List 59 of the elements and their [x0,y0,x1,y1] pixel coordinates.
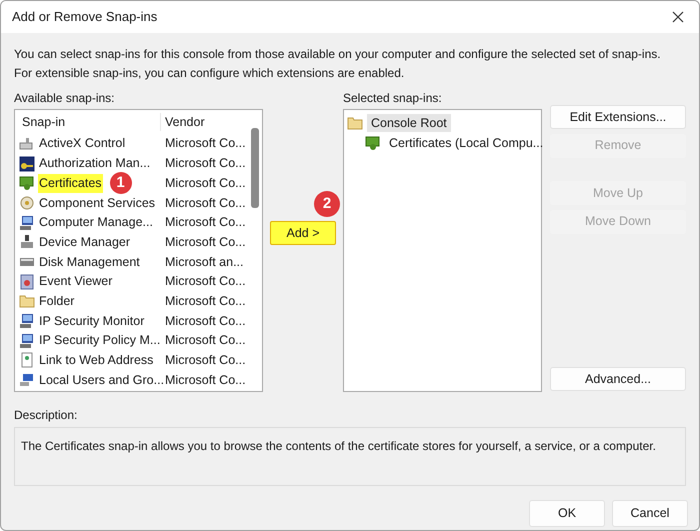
intro-text: For extensible snap-ins, you can configure which extensions are enabled. [14,65,406,82]
snap-in-name[interactable]: Local Users and Gro... [38,370,166,390]
vendor-text: Microsoft Co... [164,214,246,232]
dialog-button[interactable]: Cancel [612,500,688,527]
vendor-text: Microsoft Co... [164,372,246,389]
vendor-text: Microsoft Co... [164,312,246,330]
plug-icon [19,136,35,152]
vendor-text: Microsoft Co... [164,174,246,192]
key-icon [19,156,35,172]
snap-in-name[interactable]: Disk Management [38,252,141,272]
snap-in-name[interactable]: Device Manager [38,232,132,252]
users-icon [19,372,35,388]
window-title: Add or Remove Snap-ins [12,8,158,26]
tree-item[interactable]: Console Root [367,114,451,132]
vendor-text: Microsoft Co... [164,234,246,251]
snap-in-name[interactable]: Component Services [38,194,156,212]
computer-icon [19,214,35,231]
vendor-text: Microsoft Co... [164,332,246,350]
snap-in-name[interactable]: Certificates [38,174,103,193]
vendor-text: Microsoft Co... [164,273,246,290]
close-icon[interactable] [672,11,684,23]
side-button[interactable]: Edit Extensions... [550,105,686,130]
add-button[interactable]: Add > [270,221,336,245]
computer-icon [19,332,35,349]
snap-in-name[interactable]: ActiveX Control [38,134,126,154]
scrollbar-thumb[interactable] [251,128,259,208]
list-label: Available snap-ins: [14,90,116,107]
description-label: Description: [14,407,78,424]
page-icon [19,352,35,368]
advanced-button[interactable]: Advanced... [550,367,686,391]
snap-in-name[interactable]: Event Viewer [38,272,114,292]
vendor-text: Microsoft Co... [164,292,246,310]
folder-icon [19,293,35,310]
snap-in-name[interactable]: Folder [38,292,76,311]
vendor-text: Microsoft an... [164,254,244,271]
snap-in-name[interactable]: IP Security Monitor [38,312,146,330]
vendor-text: Microsoft Co... [164,194,246,212]
step-badge: 2 [314,191,340,217]
description-text: The Certificates snap-in allows you to browse the contents of the certificate stores for yourself, a service, or a computer. [21,439,656,453]
snap-in-name[interactable]: Link to Web Address [38,351,154,370]
snap-in-name[interactable]: Authorization Man... [38,154,152,173]
dialog-button[interactable]: OK [529,500,605,527]
list-label: Selected snap-ins: [343,90,443,107]
vendor-text: Microsoft Co... [164,155,246,172]
intro-text: You can select snap-ins for this console from those available on your computer and configure the selected set of snap-ins. [14,46,662,63]
computer-icon [19,313,35,330]
snap-in-name[interactable]: Computer Manage... [38,213,154,232]
certificate-icon [19,175,35,192]
column-header[interactable]: Vendor [161,112,205,132]
column-header[interactable]: Snap-in [19,112,161,132]
tree-item[interactable]: Certificates (Local Compu... [385,134,548,152]
step-badge: 1 [110,172,132,194]
log-icon [19,274,35,290]
device-icon [19,234,35,250]
snap-in-name[interactable]: IP Security Policy M... [38,331,162,350]
vendor-text: Microsoft Co... [164,135,246,152]
vendor-text: Microsoft Co... [164,352,246,370]
certificate-icon [365,135,381,151]
folder-icon [347,115,363,131]
